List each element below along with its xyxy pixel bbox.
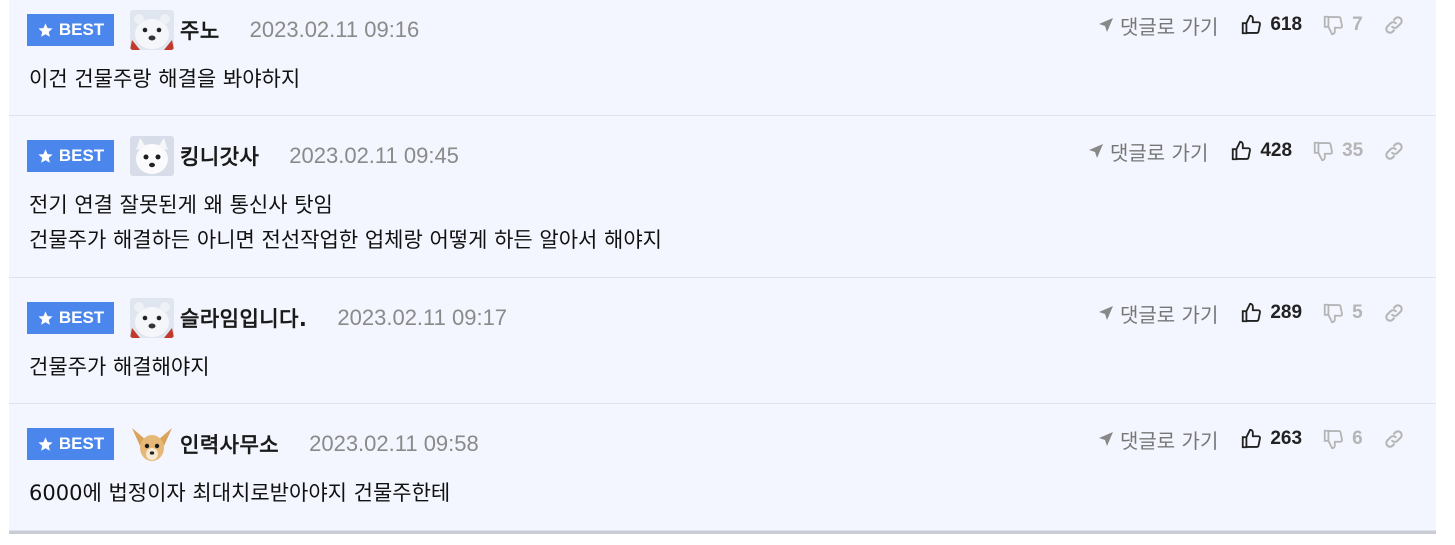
comment-body: 건물주가 해결해야지 (29, 350, 210, 385)
go-to-reply-label: 댓글로 가기 (1120, 14, 1219, 39)
go-to-reply-button[interactable]: 댓글로 가기 (1098, 299, 1218, 328)
comment-line: 건물주가 해결해야지 (29, 355, 210, 379)
dislike-count: 35 (1342, 140, 1364, 161)
go-to-reply-label: 댓글로 가기 (1120, 428, 1219, 453)
comment-actions: 댓글로 가기 263 6 (1098, 424, 1405, 454)
like-count: 289 (1270, 302, 1303, 323)
comment-header: BEST 인력사무소 2023.02.11 09:58 (27, 424, 479, 464)
white-dog-avatar-icon[interactable] (130, 136, 174, 176)
like-button[interactable]: 618 (1240, 14, 1302, 36)
link-icon (1385, 142, 1403, 160)
thumbs-up-icon (1242, 428, 1262, 449)
go-to-reply-label: 댓글로 가기 (1120, 302, 1219, 327)
go-to-reply-label: 댓글로 가기 (1110, 140, 1209, 165)
like-button[interactable]: 289 (1240, 302, 1302, 324)
copy-link-button[interactable] (1383, 428, 1405, 450)
star-icon (38, 436, 53, 451)
go-to-reply-button[interactable]: 댓글로 가기 (1098, 425, 1218, 454)
polar-bear-avatar-icon[interactable] (130, 10, 174, 50)
thumbs-down-icon (1323, 303, 1343, 324)
comment-actions: 댓글로 가기 428 35 (1088, 136, 1405, 166)
comment-body: 전기 연결 잘못된게 왜 통신사 탓임 건물주가 해결하든 아니면 전선작업한 … (29, 188, 662, 258)
link-icon (1384, 304, 1403, 322)
comment-date: 2023.02.11 09:17 (337, 305, 508, 330)
comment-header: BEST 킹니갓사 2023.02.11 09:45 (27, 136, 459, 176)
dislike-button[interactable]: 7 (1322, 14, 1363, 36)
copy-link-button[interactable] (1383, 302, 1405, 324)
star-icon (38, 22, 53, 37)
dislike-count: 6 (1352, 428, 1363, 449)
comment-line: 이건 건물주랑 해결을 봐야하지 (29, 67, 301, 91)
link-icon (1384, 16, 1403, 34)
dislike-count: 5 (1352, 302, 1363, 323)
arrow-icon (1099, 432, 1113, 446)
comment-author[interactable]: 킹니갓사 (180, 141, 259, 171)
thumbs-up-icon (1232, 140, 1252, 161)
like-count: 263 (1270, 428, 1303, 449)
comment-item: BEST 킹니갓사 2023.02.11 09:45 댓글로 가기 428 35… (9, 116, 1436, 278)
star-icon (38, 148, 53, 163)
thumbs-up-icon (1242, 14, 1262, 35)
best-badge-label: BEST (58, 20, 105, 39)
comment-item: BEST 슬라임입니다. 2023.02.11 09:17 댓글로 가기 289… (9, 278, 1436, 404)
best-badge: BEST (27, 428, 114, 460)
comment-header: BEST 슬라임입니다. 2023.02.11 09:17 (27, 298, 508, 338)
go-to-reply-button[interactable]: 댓글로 가기 (1098, 11, 1218, 40)
dislike-button[interactable]: 5 (1322, 302, 1363, 324)
best-comment-list: BEST 주노 2023.02.11 09:16 댓글로 가기 618 7 이건… (9, 0, 1436, 531)
comment-actions: 댓글로 가기 618 7 (1098, 10, 1405, 40)
thumbs-down-icon (1313, 141, 1333, 162)
arrow-icon (1099, 18, 1113, 32)
thumbs-up-icon (1242, 302, 1262, 323)
comment-author[interactable]: 인력사무소 (180, 429, 279, 459)
link-icon (1384, 430, 1403, 448)
copy-link-button[interactable] (1383, 140, 1405, 162)
like-button[interactable]: 263 (1240, 428, 1302, 450)
polar-bear-avatar-icon[interactable] (130, 298, 174, 338)
chihuahua-avatar-icon[interactable] (130, 424, 174, 464)
star-icon (38, 310, 53, 325)
copy-link-button[interactable] (1383, 14, 1405, 36)
like-count: 428 (1260, 140, 1293, 161)
list-bottom-divider (9, 531, 1436, 534)
comment-header: BEST 주노 2023.02.11 09:16 (27, 10, 420, 50)
best-badge: BEST (27, 302, 114, 334)
arrow-icon (1089, 144, 1103, 158)
go-to-reply-button[interactable]: 댓글로 가기 (1088, 137, 1208, 166)
best-badge-label: BEST (58, 308, 105, 327)
arrow-icon (1099, 306, 1113, 320)
comment-date: 2023.02.11 09:58 (309, 431, 479, 456)
comment-line: 건물주가 해결하든 아니면 전선작업한 업체랑 어떻게 하든 알아서 해야지 (29, 228, 662, 252)
comment-line: 6000에 법정이자 최대치로받아야지 건물주한테 (29, 481, 451, 505)
comment-item: BEST 인력사무소 2023.02.11 09:58 댓글로 가기 263 6… (9, 404, 1436, 531)
comment-date: 2023.02.11 09:16 (249, 17, 420, 42)
like-count: 618 (1270, 14, 1303, 35)
comment-body: 이건 건물주랑 해결을 봐야하지 (29, 62, 300, 97)
best-badge-label: BEST (58, 146, 105, 165)
comment-author[interactable]: 주노 (180, 15, 220, 45)
best-badge: BEST (27, 140, 114, 172)
dislike-button[interactable]: 35 (1312, 140, 1363, 162)
comment-date: 2023.02.11 09:45 (289, 143, 459, 168)
best-badge: BEST (27, 14, 114, 46)
thumbs-down-icon (1323, 15, 1343, 36)
comment-body: 6000에 법정이자 최대치로받아야지 건물주한테 (29, 476, 450, 511)
like-button[interactable]: 428 (1230, 140, 1292, 162)
best-badge-label: BEST (58, 434, 105, 453)
comment-actions: 댓글로 가기 289 5 (1098, 298, 1405, 328)
comment-item: BEST 주노 2023.02.11 09:16 댓글로 가기 618 7 이건… (9, 0, 1436, 116)
comment-author[interactable]: 슬라임입니다. (180, 303, 307, 333)
thumbs-down-icon (1323, 429, 1343, 450)
dislike-button[interactable]: 6 (1322, 428, 1363, 450)
comment-line: 전기 연결 잘못된게 왜 통신사 탓임 (29, 193, 333, 217)
dislike-count: 7 (1352, 14, 1363, 35)
